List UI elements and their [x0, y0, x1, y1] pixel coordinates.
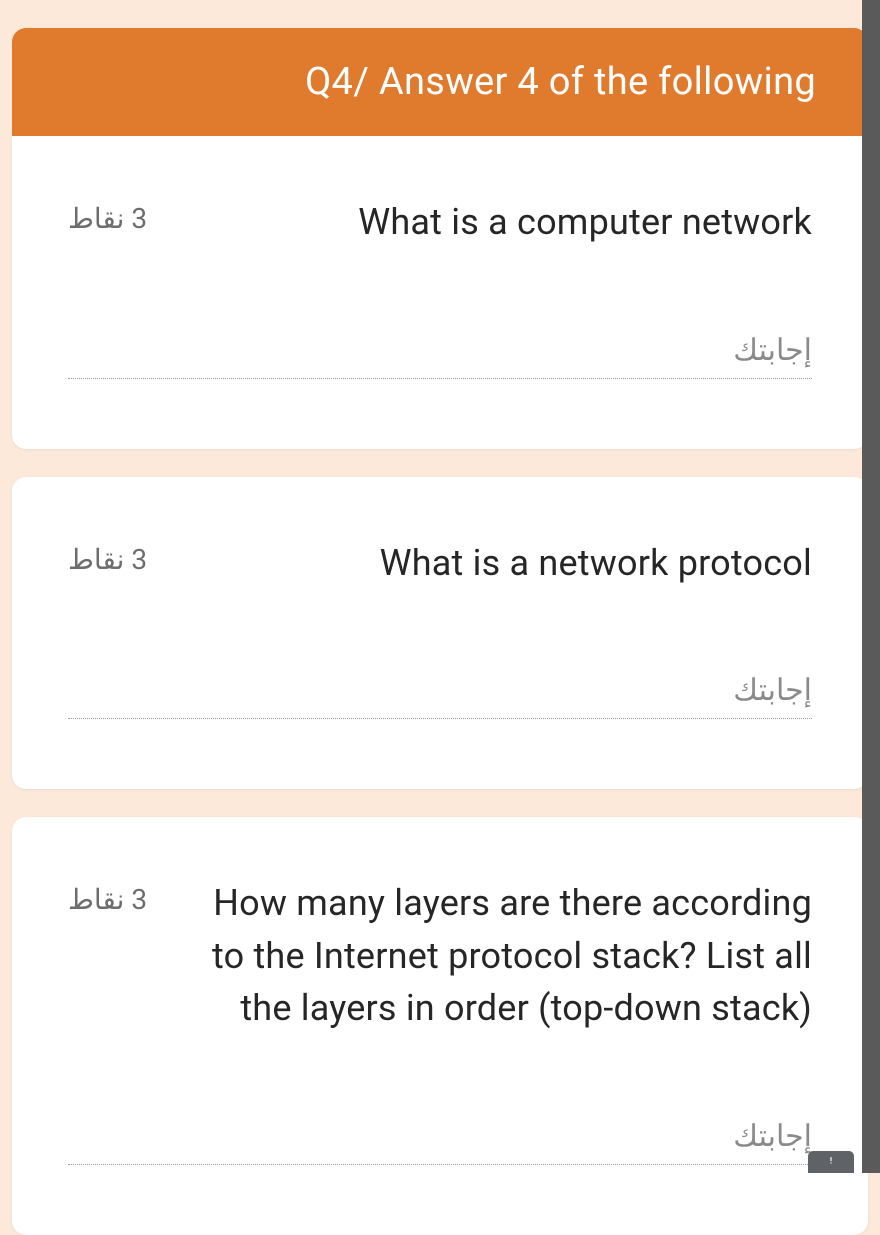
answer-wrap: [68, 1113, 812, 1165]
question-text: How many layers are there according to t…: [175, 877, 812, 1035]
answer-input[interactable]: [68, 667, 812, 719]
viewport-shadow: [862, 0, 880, 1173]
section-title: Q4/ Answer 4 of the following: [305, 60, 816, 104]
section-header: Q4/ Answer 4 of the following: [12, 28, 868, 136]
question-text: What is a computer network: [175, 196, 812, 249]
points-label: 3 نقاط: [68, 877, 147, 916]
question-text: What is a network protocol: [175, 537, 812, 590]
question-row: 3 نقاط What is a network protocol: [68, 537, 812, 590]
question-card: 3 نقاط What is a computer network: [12, 136, 868, 449]
question-row: 3 نقاط What is a computer network: [68, 196, 812, 249]
points-label: 3 نقاط: [68, 196, 147, 235]
question-card: 3 نقاط What is a network protocol: [12, 477, 868, 790]
alert-icon: [824, 1153, 838, 1167]
answer-wrap: [68, 327, 812, 379]
question-row: 3 نقاط How many layers are there accordi…: [68, 877, 812, 1035]
top-gap: [12, 0, 868, 28]
points-label: 3 نقاط: [68, 537, 147, 576]
question-card: 3 نقاط How many layers are there accordi…: [12, 817, 868, 1235]
answer-input[interactable]: [68, 327, 812, 379]
answer-wrap: [68, 667, 812, 719]
answer-input[interactable]: [68, 1113, 812, 1165]
report-problem-button[interactable]: [808, 1151, 854, 1173]
